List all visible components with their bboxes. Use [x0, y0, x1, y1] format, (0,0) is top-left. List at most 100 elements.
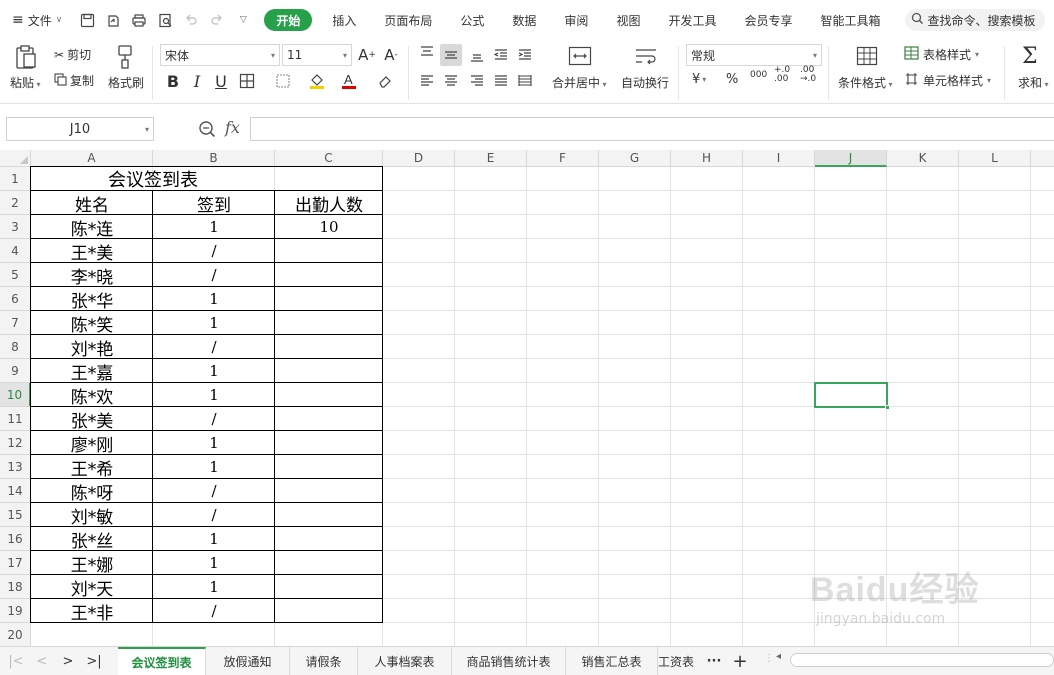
- row-header-4[interactable]: 4: [0, 239, 31, 263]
- horizontal-scrollbar[interactable]: [790, 653, 1054, 667]
- name-cell[interactable]: 陈*连: [31, 215, 153, 240]
- row-header-11[interactable]: 11: [0, 407, 31, 431]
- column-header-l[interactable]: L: [959, 150, 1031, 167]
- print-icon[interactable]: [126, 8, 152, 32]
- table-title[interactable]: 会议签到表: [31, 167, 275, 191]
- output-icon[interactable]: [100, 8, 126, 32]
- row-header-20[interactable]: 20: [0, 623, 31, 646]
- tab-home[interactable]: 开始: [264, 9, 313, 31]
- name-cell[interactable]: 王*希: [31, 455, 153, 480]
- tab-formulas[interactable]: 公式: [446, 9, 498, 31]
- tab-review[interactable]: 审阅: [550, 9, 602, 31]
- name-cell[interactable]: 陈*呀: [31, 479, 153, 504]
- font-name-select[interactable]: 宋体 ▾: [160, 44, 280, 66]
- column-header-a[interactable]: A: [31, 150, 153, 167]
- decrease-indent-icon[interactable]: [490, 44, 512, 66]
- name-cell[interactable]: 王*娜: [31, 551, 153, 576]
- save-icon[interactable]: [74, 8, 100, 32]
- copy-button[interactable]: 复制: [54, 72, 94, 89]
- column-header-b[interactable]: B: [153, 150, 275, 167]
- sign-cell[interactable]: 1: [153, 431, 275, 455]
- wrap-text-button[interactable]: 自动换行: [621, 74, 669, 91]
- header-sign[interactable]: 签到: [153, 191, 275, 216]
- align-left-icon[interactable]: [416, 70, 438, 92]
- conditional-format-icon[interactable]: [856, 46, 878, 66]
- eraser-icon[interactable]: [374, 70, 396, 92]
- row-header-5[interactable]: 5: [0, 263, 31, 287]
- name-cell[interactable]: 刘*艳: [31, 335, 153, 360]
- name-cell[interactable]: 刘*敏: [31, 503, 153, 528]
- name-cell[interactable]: 王*非: [31, 599, 153, 624]
- row-header-15[interactable]: 15: [0, 503, 31, 527]
- splitter-icon[interactable]: ⋮: [764, 653, 774, 664]
- row-header-13[interactable]: 13: [0, 455, 31, 479]
- sign-cell[interactable]: 1: [153, 383, 275, 407]
- sheet-tab-sales-stats[interactable]: 商品销售统计表: [452, 647, 566, 675]
- formula-input[interactable]: [250, 117, 1054, 141]
- insert-function-button[interactable]: fx: [225, 118, 240, 137]
- format-painter-button[interactable]: 格式刷: [108, 74, 144, 91]
- row-header-3[interactable]: 3: [0, 215, 31, 239]
- last-sheet-icon[interactable]: >|: [84, 651, 104, 671]
- header-attendance[interactable]: 出勤人数: [275, 191, 383, 216]
- paste-icon[interactable]: [14, 44, 38, 70]
- increase-font-icon[interactable]: A +: [356, 44, 378, 66]
- underline-icon[interactable]: U: [210, 70, 232, 92]
- merge-center-icon[interactable]: [568, 46, 592, 66]
- attendance-count-cell[interactable]: 10: [275, 215, 383, 239]
- redo-icon[interactable]: [204, 8, 230, 32]
- cut-button[interactable]: ✂ 剪切: [54, 46, 91, 63]
- sign-cell[interactable]: 1: [153, 359, 275, 383]
- sign-cell[interactable]: /: [153, 479, 275, 503]
- row-header-14[interactable]: 14: [0, 479, 31, 503]
- font-size-select[interactable]: 11 ▾: [282, 44, 352, 66]
- thousands-button[interactable]: 000: [750, 70, 767, 80]
- sign-cell[interactable]: /: [153, 503, 275, 527]
- name-cell[interactable]: 陈*笑: [31, 311, 153, 336]
- tab-data[interactable]: 数据: [498, 9, 550, 31]
- customize-toolbar-icon[interactable]: ▽: [230, 8, 256, 32]
- scroll-left-icon[interactable]: ◂: [776, 651, 781, 662]
- name-cell[interactable]: 李*晓: [31, 263, 153, 288]
- name-cell[interactable]: 张*美: [31, 407, 153, 432]
- sum-icon[interactable]: Σ: [1022, 44, 1038, 69]
- sign-cell[interactable]: /: [153, 335, 275, 359]
- selected-cell[interactable]: [814, 382, 890, 410]
- column-header-k[interactable]: K: [887, 150, 959, 167]
- format-painter-icon[interactable]: [114, 44, 136, 70]
- prev-sheet-icon[interactable]: <: [32, 651, 52, 671]
- sheet-tab-hr-records[interactable]: 人事档案表: [358, 647, 452, 675]
- next-sheet-icon[interactable]: >: [58, 651, 78, 671]
- sign-cell[interactable]: 1: [153, 287, 275, 311]
- sheet-tab-holiday[interactable]: 放假通知: [206, 647, 290, 675]
- select-all-corner[interactable]: [0, 150, 31, 167]
- tab-smart-toolbox[interactable]: 智能工具箱: [806, 9, 894, 31]
- row-header-7[interactable]: 7: [0, 311, 31, 335]
- column-header-g[interactable]: G: [599, 150, 671, 167]
- print-preview-icon[interactable]: [152, 8, 178, 32]
- sign-cell[interactable]: 1: [153, 551, 275, 575]
- conditional-format-button[interactable]: 条件格式 ▾: [838, 74, 893, 91]
- add-sheet-button[interactable]: +: [730, 651, 750, 672]
- tab-page-layout[interactable]: 页面布局: [370, 9, 446, 31]
- name-cell[interactable]: 廖*刚: [31, 431, 153, 456]
- borders-icon[interactable]: [236, 70, 258, 92]
- row-header-9[interactable]: 9: [0, 359, 31, 383]
- increase-indent-icon[interactable]: [514, 44, 536, 66]
- row-header-10[interactable]: 10: [0, 383, 31, 407]
- column-header-j[interactable]: J: [815, 150, 887, 167]
- row-header-17[interactable]: 17: [0, 551, 31, 575]
- number-format-select[interactable]: 常规 ▾: [686, 44, 822, 66]
- tab-developer[interactable]: 开发工具: [654, 9, 730, 31]
- increase-decimal-button[interactable]: +.0 .00: [774, 66, 792, 84]
- decrease-decimal-button[interactable]: .00 →.0: [800, 66, 818, 84]
- column-header-h[interactable]: H: [671, 150, 743, 167]
- align-bottom-icon[interactable]: [466, 44, 488, 66]
- fill-color-icon[interactable]: [306, 70, 328, 92]
- fill-handle[interactable]: [885, 405, 890, 410]
- column-header-m[interactable]: [1031, 150, 1054, 167]
- row-header-12[interactable]: 12: [0, 431, 31, 455]
- paste-button[interactable]: 粘贴 ▾: [10, 74, 41, 91]
- sign-cell[interactable]: 1: [153, 311, 275, 335]
- align-middle-icon[interactable]: [440, 44, 462, 66]
